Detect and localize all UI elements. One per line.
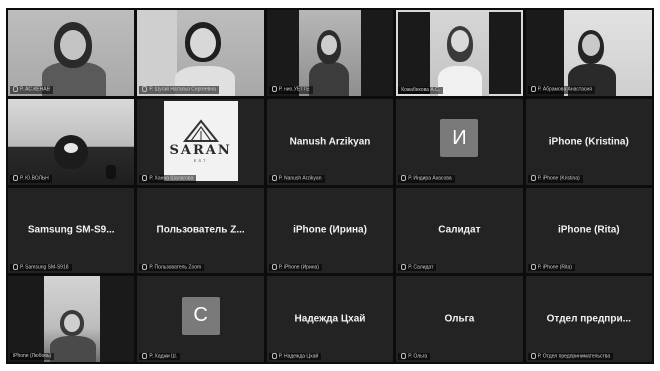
mic-icon	[271, 175, 277, 182]
participant-name-tag: Р. iPhone (Kristina)	[527, 175, 583, 183]
participant-display-name: Ольга	[444, 313, 475, 325]
participant-tile-active-speaker[interactable]: Кожабекова А.С.	[396, 10, 523, 96]
mic-icon	[142, 175, 148, 182]
participant-tile[interactable]: iPhone (Любовь)	[8, 276, 135, 362]
participant-name-tag: Р. iPhone (Rita)	[527, 263, 575, 272]
logo-subtext: EST	[193, 157, 208, 163]
participant-tile[interactable]: iPhone (Rita) Р. iPhone (Rita)	[525, 187, 652, 274]
participant-display-name: Отдел предпри...	[546, 313, 631, 325]
video-feed	[563, 10, 652, 96]
participant-avatar: И	[440, 119, 479, 158]
logo-wordmark: SARAN	[169, 142, 232, 158]
mic-icon	[530, 86, 536, 93]
participant-tile[interactable]: Р. Шугай Наталья Сергеевна	[137, 10, 264, 96]
participant-avatar: С	[181, 296, 220, 335]
participant-display-name: Samsung SM-S9...	[27, 224, 115, 236]
mic-icon	[142, 86, 148, 93]
mic-icon	[142, 352, 148, 359]
mic-icon	[271, 352, 277, 359]
participant-name-tag: Р. Шугай Наталья Сергеевна	[139, 86, 219, 94]
video-feed	[8, 10, 135, 96]
mic-icon	[13, 263, 18, 270]
saran-emblem-icon	[182, 119, 219, 142]
participant-tile[interactable]: Отдел предпри... Р. Отдел предпринимател…	[525, 276, 652, 362]
mic-icon	[401, 352, 407, 359]
participant-tile[interactable]: iPhone (Ирина) Р. iPhone (Ирина)	[266, 187, 394, 274]
participant-tile[interactable]: С Р. Хаджи Ш.	[137, 276, 264, 362]
video-feed	[298, 10, 362, 96]
gallery-view-grid: Р. АС.КЕНАВ Р. Шугай Наталья Сергеевна Р…	[6, 8, 654, 364]
participant-display-name: Салидат	[438, 224, 481, 236]
participant-tile[interactable]: Р. Абрамова Анастасия	[525, 10, 652, 96]
participant-tile[interactable]: SARAN EST Р. Ханна Шалагова	[137, 98, 264, 185]
participant-name-tag: Р. Ольга	[398, 352, 431, 360]
participant-name-tag: Р. Ю.ВОЛЬН	[10, 175, 52, 183]
mic-icon	[271, 86, 277, 93]
mic-icon	[530, 263, 536, 270]
participant-tile[interactable]: Салидат Р. Салидат	[396, 187, 523, 274]
mic-icon	[530, 352, 536, 359]
participant-display-name: Пользователь Z...	[156, 224, 245, 236]
saran-logo-image: SARAN EST	[163, 100, 238, 181]
participant-name-tag: Р. нио.УЕТТЕ	[268, 86, 313, 94]
participant-tile[interactable]: Р. АС.КЕНАВ	[8, 10, 135, 96]
participant-tile[interactable]: Р. Ю.ВОЛЬН	[8, 98, 135, 185]
mic-icon	[530, 175, 536, 182]
participant-name-tag: Р. Отдел предпринимательства	[527, 352, 614, 360]
mic-icon	[13, 86, 18, 93]
zoom-meeting-window: Р. АС.КЕНАВ Р. Шугай Наталья Сергеевна Р…	[0, 0, 660, 371]
participant-name-tag: Р. Абрамова Анастасия	[527, 86, 595, 94]
participant-tile[interactable]: iPhone (Kristina) Р. iPhone (Kristina)	[525, 98, 652, 185]
mic-icon	[401, 175, 407, 182]
participant-name-tag: Р. iPhone (Ирина)	[268, 263, 322, 272]
participant-name-tag: Р. Надежда Цхай	[268, 352, 322, 360]
participant-name-tag: iPhone (Любовь)	[10, 353, 55, 360]
participant-name-tag: Р. Samsung SM-S918	[10, 263, 72, 272]
participant-name-tag: Р. Nanush Arzikyan	[268, 175, 325, 183]
participant-name-tag: Р. Пользователь Zoom	[139, 263, 205, 272]
participant-name-tag: Кожабекова А.С.	[398, 86, 444, 94]
mic-icon	[401, 263, 407, 270]
video-feed	[8, 98, 135, 185]
participant-display-name: iPhone (Ирина)	[293, 224, 367, 236]
participant-tile[interactable]: И Р. Индира Ахасова	[396, 98, 523, 185]
participant-tile[interactable]: Пользователь Z... Р. Пользователь Zoom	[137, 187, 264, 274]
participant-name-tag: Р. АС.КЕНАВ	[10, 86, 53, 94]
participant-name-tag: Р. Ханна Шалагова	[139, 175, 197, 183]
participant-tile[interactable]: Надежда Цхай Р. Надежда Цхай	[266, 276, 394, 362]
participant-tile[interactable]: Samsung SM-S9... Р. Samsung SM-S918	[8, 187, 135, 274]
mic-icon	[271, 263, 277, 270]
participant-name-tag: Р. Индира Ахасова	[398, 175, 455, 183]
participant-display-name: Nanush Arzikyan	[289, 136, 371, 148]
video-feed	[137, 10, 264, 96]
participant-display-name: iPhone (Kristina)	[548, 136, 629, 148]
video-feed	[430, 10, 489, 96]
video-feed	[44, 276, 101, 362]
participant-display-name: iPhone (Rita)	[557, 224, 620, 236]
participant-tile[interactable]: Nanush Arzikyan Р. Nanush Arzikyan	[266, 98, 394, 185]
mic-icon	[13, 175, 18, 182]
participant-display-name: Надежда Цхай	[294, 313, 366, 325]
participant-name-tag: Р. Салидат	[398, 263, 437, 272]
participant-tile[interactable]: Ольга Р. Ольга	[396, 276, 523, 362]
participant-name-tag: Р. Хаджи Ш.	[139, 352, 181, 360]
participant-tile[interactable]: Р. нио.УЕТТЕ	[266, 10, 394, 96]
mic-icon	[142, 263, 148, 270]
